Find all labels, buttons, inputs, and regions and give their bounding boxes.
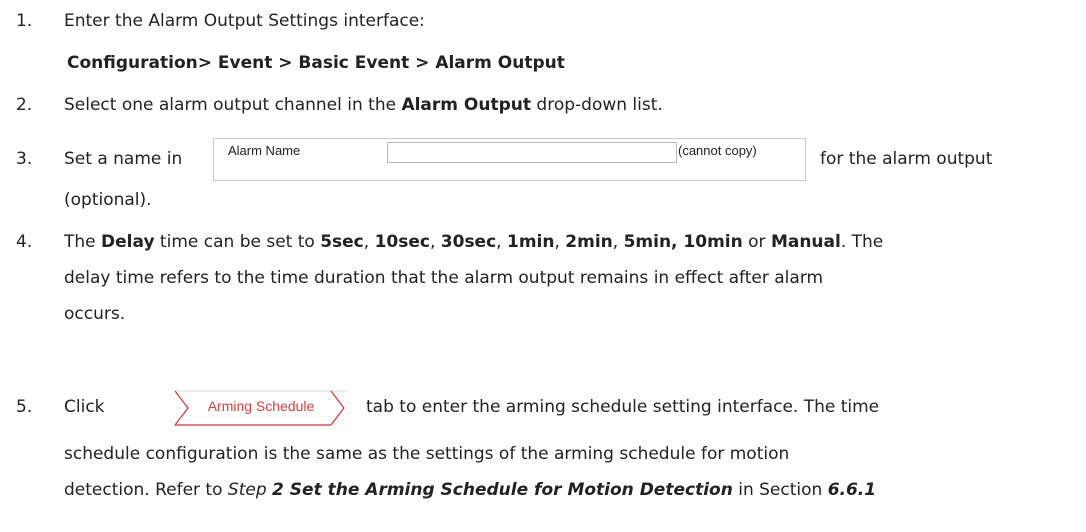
arming-schedule-tab-label: Arming Schedule (207, 398, 315, 414)
step-3-text-pre: Set a name in (64, 149, 183, 169)
step-4-line-2: delay time refers to the time duration t… (64, 268, 824, 288)
step-5-number: 5. (16, 397, 33, 417)
step-2-bold-alarm-output: Alarm Output (401, 95, 532, 115)
step-1-number: 1. (16, 11, 33, 31)
step-2-text-pre: Select one alarm output channel in the (64, 95, 402, 115)
document-page: 1. Enter the Alarm Output Settings inter… (0, 0, 1086, 532)
step-5-text-pre: Click (64, 397, 105, 417)
section-ref: 6.6.1 (827, 480, 877, 500)
step-2-text-post: drop-down list. (531, 95, 663, 115)
step-5-line-2: schedule configuration is the same as th… (64, 444, 790, 464)
delay-option-5sec: 5sec (320, 232, 364, 252)
delay-option-1min: 1min (506, 232, 555, 252)
step-3-continuation: (optional). (64, 190, 152, 210)
arming-schedule-tab[interactable]: Arming Schedule (172, 390, 350, 426)
step-1-menu-path: Configuration> Event > Basic Event > Ala… (67, 53, 565, 73)
alarm-name-label: Alarm Name (228, 143, 301, 158)
delay-bold: Delay (101, 232, 155, 252)
delay-option-5min-10min: 5min, 10min (623, 232, 743, 252)
delay-option-30sec: 30sec (440, 232, 497, 252)
alarm-name-widget: Alarm Name (cannot copy) (213, 138, 806, 181)
step-2-number: 2. (16, 95, 33, 115)
delay-option-manual: Manual (770, 232, 841, 252)
step-2-text: Select one alarm output channel in the A… (64, 94, 663, 116)
alarm-name-hint: (cannot copy) (678, 143, 757, 158)
delay-option-2min: 2min (565, 232, 613, 252)
delay-option-10sec: 10sec (374, 232, 430, 252)
step-3-text-post: for the alarm output (820, 149, 993, 169)
step-3-number: 3. (16, 149, 33, 169)
alarm-name-input[interactable] (387, 142, 677, 163)
step-3: 3. Set a name in Alarm Name (cannot copy… (0, 130, 1086, 190)
step-1-text: Enter the Alarm Output Settings interfac… (64, 11, 425, 31)
step-4-line-3: occurs. (64, 304, 126, 324)
step-4-number: 4. (16, 232, 33, 252)
step-5-line-3: detection. Refer to Step 2 Set the Armin… (64, 480, 877, 500)
step-5-text-post: tab to enter the arming schedule setting… (366, 397, 880, 417)
step-ref-title: 2 Set the Arming Schedule for Motion Det… (272, 480, 733, 500)
step-4-line-1: The Delay time can be set to 5sec, 10sec… (64, 232, 884, 252)
step-ref-italic: Step (227, 480, 273, 500)
